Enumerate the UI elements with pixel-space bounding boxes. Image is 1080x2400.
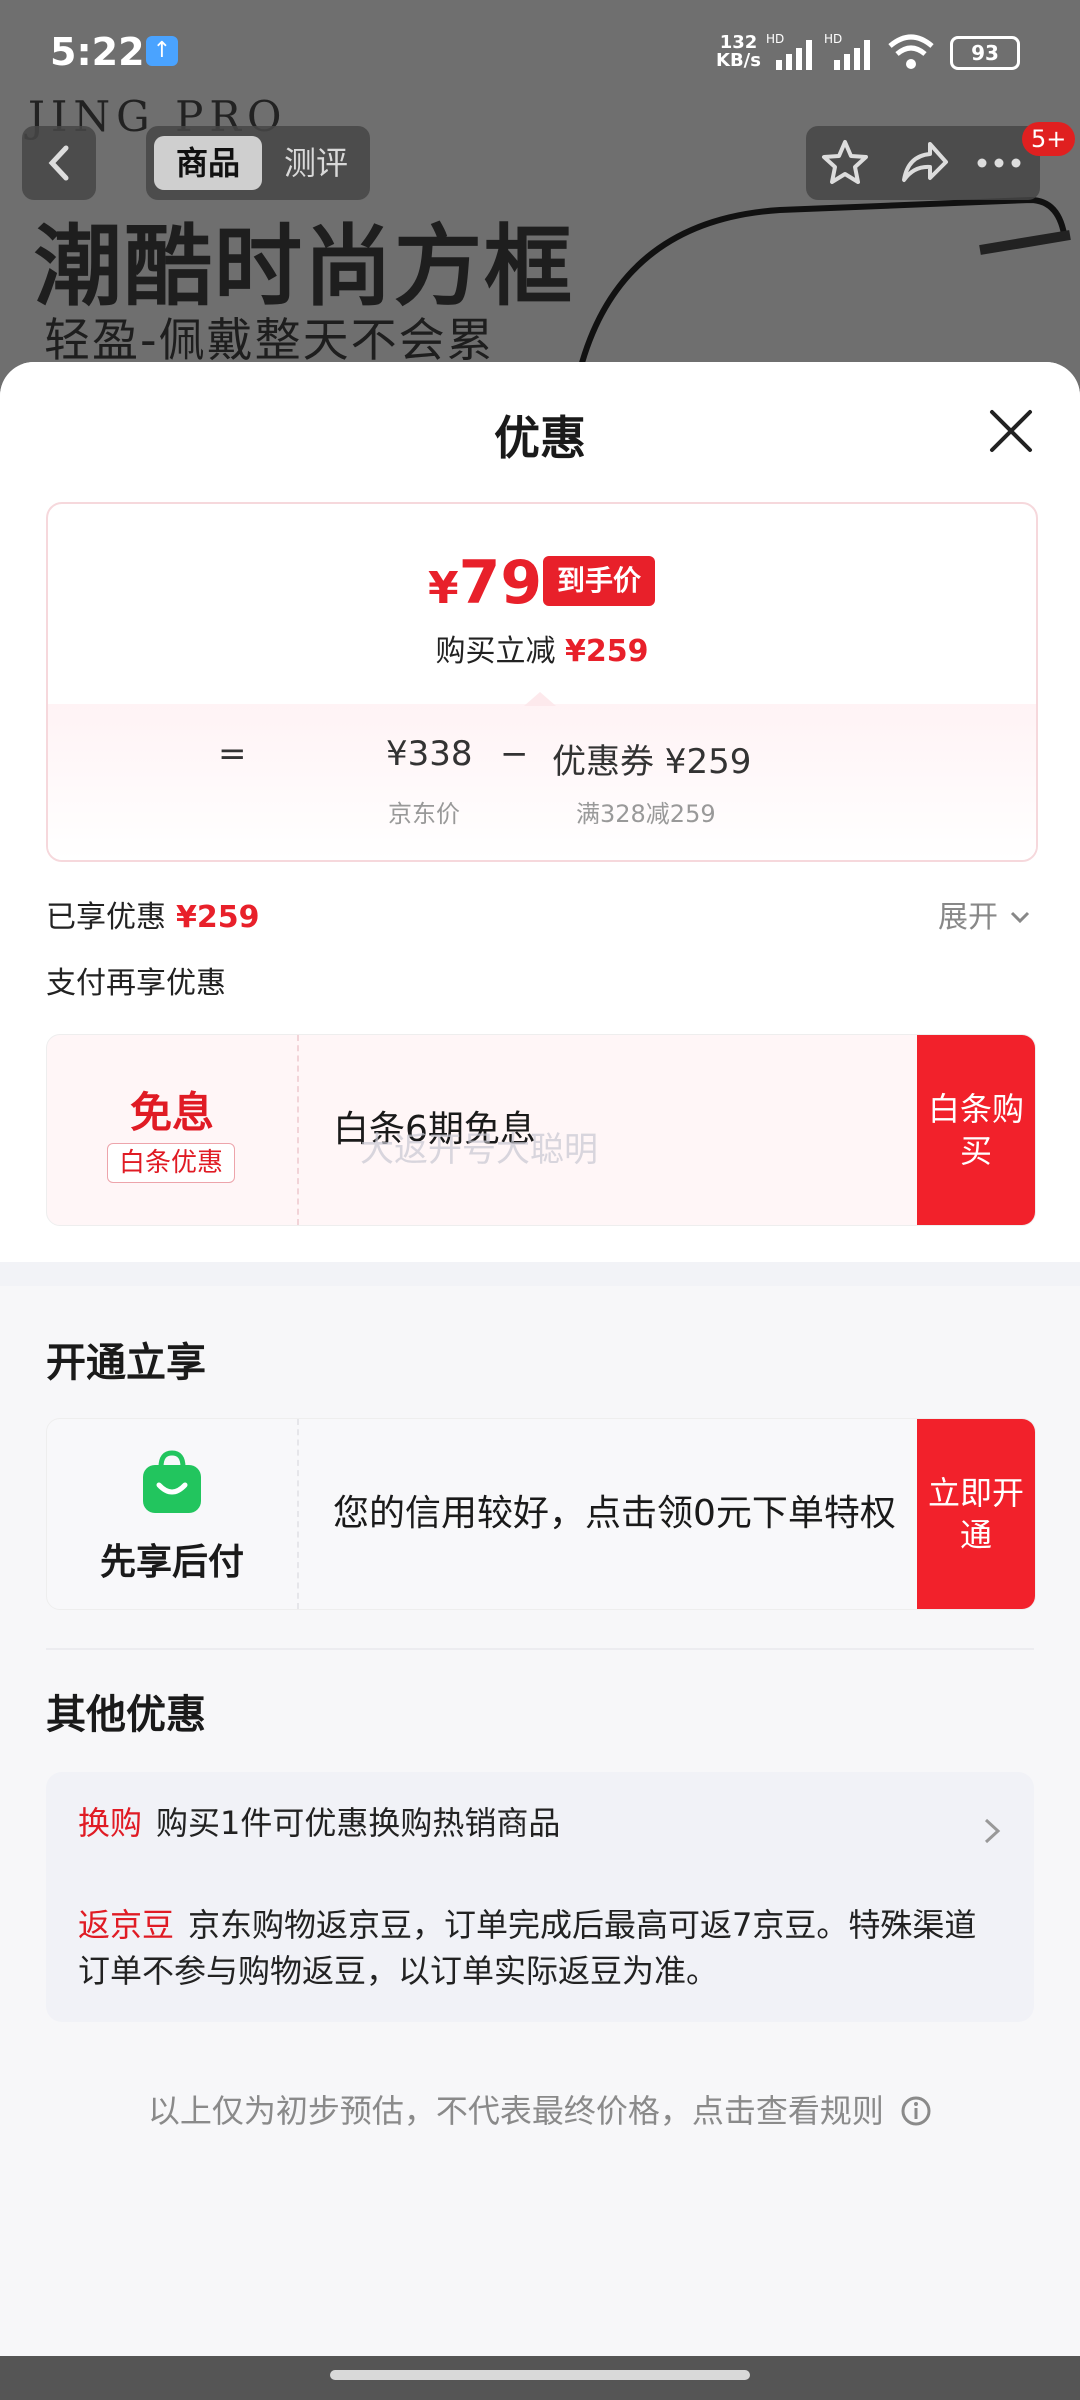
other-section-title: 其他优惠 — [46, 1692, 206, 1738]
watermark-text: 大返开号大聪明 — [360, 1130, 598, 1170]
chevron-right-icon[interactable] — [980, 1814, 1004, 1848]
equals-sign: = — [218, 734, 247, 774]
jd-price-label: 京东价 — [388, 800, 460, 828]
back-button[interactable] — [22, 126, 96, 200]
banner-subline: 轻盈-佩戴整天不会累 — [44, 313, 495, 367]
disclaimer-text: 以上仅为初步预估，不代表最终价格，点击查看规则 — [147, 2092, 884, 2130]
other-offers-box: 换购 购买1件可优惠换购热销商品 返京豆 京东购物返京豆，订单完成后最高可返7京豆。… — [46, 1772, 1034, 2022]
minus-sign: − — [500, 734, 529, 774]
credit-left: 先享后付 — [47, 1419, 299, 1609]
svg-text:HD: HD — [824, 32, 842, 46]
credit-text: 您的信用较好，点击领0元下单特权 — [333, 1493, 896, 1534]
net-speed-unit: KB/s — [716, 50, 761, 71]
discount-sheet: 优惠 ¥79 到手价 购买立减 ¥259 = ¥338 − 优惠券 ¥259 京… — [0, 362, 1080, 2372]
upload-icon: ↑ — [146, 36, 178, 66]
final-price: ¥79 — [428, 548, 542, 618]
battery-indicator: 93 — [950, 36, 1020, 70]
home-indicator[interactable] — [330, 2370, 750, 2380]
exchange-label: 换购 — [78, 1804, 143, 1842]
chevron-down-icon — [1010, 911, 1029, 924]
card-notch — [524, 692, 556, 706]
exchange-text: 购买1件可优惠换购热销商品 — [156, 1804, 561, 1842]
final-price-value: 79 — [458, 548, 543, 618]
instant-reduce: 购买立减 ¥259 — [48, 626, 1036, 670]
top-actions — [806, 126, 1040, 200]
glasses-image — [577, 196, 1071, 371]
signal-icon-2: HD — [824, 32, 870, 70]
jd-price: ¥338 — [386, 734, 473, 774]
star-icon[interactable] — [818, 136, 872, 190]
info-icon — [901, 2096, 931, 2126]
status-time: 5:22 — [50, 30, 145, 74]
jingdou-offer-row: 返京豆 京东购物返京豆，订单完成后最高可返7京豆。特殊渠道订单不参与购物返豆，以订… — [78, 1902, 1002, 1994]
message-count-badge: 5+ — [1022, 122, 1076, 156]
price-breakdown-card: ¥79 到手价 购买立减 ¥259 = ¥338 − 优惠券 ¥259 京东价 … — [46, 502, 1038, 862]
coupon-amount: 优惠券 ¥259 — [552, 742, 752, 782]
baitiao-tag: 白条优惠 — [107, 1143, 235, 1183]
tab-goods[interactable]: 商品 — [154, 136, 262, 190]
open-section-title: 开通立享 — [46, 1340, 206, 1386]
wifi-icon — [888, 34, 934, 69]
jingdou-label: 返京豆 — [78, 1906, 175, 1944]
open-now-button[interactable]: 立即开通 — [917, 1419, 1035, 1609]
reduce-amount: ¥259 — [565, 634, 649, 669]
exchange-offer-row[interactable]: 换购 购买1件可优惠换购热销商品 — [78, 1800, 958, 1846]
svg-text:HD: HD — [766, 32, 784, 46]
expand-label: 展开 — [938, 900, 998, 935]
price-formula-area — [48, 704, 1036, 860]
network-speed: 132 KB/s — [716, 34, 761, 70]
more-icon[interactable] — [972, 136, 1026, 190]
final-price-tag: 到手价 — [543, 556, 656, 606]
currency-symbol: ¥ — [428, 563, 459, 614]
close-icon[interactable] — [986, 406, 1036, 456]
pay-more-title: 支付再享优惠 — [46, 966, 226, 1001]
tab-review[interactable]: 测评 — [268, 136, 364, 190]
shopping-bag-icon — [143, 1450, 201, 1513]
sheet-title: 优惠 — [494, 411, 586, 465]
disclaimer[interactable]: 以上仅为初步预估，不代表最终价格，点击查看规则 — [0, 2086, 1080, 2132]
enjoyed-amount: ¥259 — [176, 900, 260, 935]
enjoyed-discount: 已享优惠 ¥259 — [46, 892, 260, 936]
baitiao-buy-button[interactable]: 白条购买 — [917, 1035, 1035, 1225]
reduce-label: 购买立减 — [435, 634, 556, 669]
chevron-left-icon — [48, 145, 69, 181]
section-separator — [46, 1648, 1034, 1650]
coupon-rule: 满328减259 — [576, 800, 716, 828]
baitiao-left: 免息 白条优惠 — [47, 1035, 299, 1225]
section-divider — [0, 1262, 1080, 1286]
status-bar: 5:22 ↑ 132 KB/s HD HD 93 — [0, 0, 1080, 100]
signal-icon: HD — [766, 32, 812, 70]
top-tabs: 商品 测评 — [146, 126, 370, 200]
expand-button[interactable]: 展开 — [938, 892, 1032, 936]
jingdou-text: 京东购物返京豆，订单完成后最高可返7京豆。特殊渠道订单不参与购物返豆，以订单实际… — [78, 1906, 977, 1990]
pay-later-label: 先享后付 — [99, 1542, 244, 1583]
enjoyed-label: 已享优惠 — [46, 900, 166, 935]
interest-free-label: 免息 — [129, 1088, 214, 1137]
share-icon[interactable] — [896, 136, 950, 190]
credit-offer-card[interactable]: 先享后付 您的信用较好，点击领0元下单特权 立即开通 — [46, 1418, 1036, 1610]
